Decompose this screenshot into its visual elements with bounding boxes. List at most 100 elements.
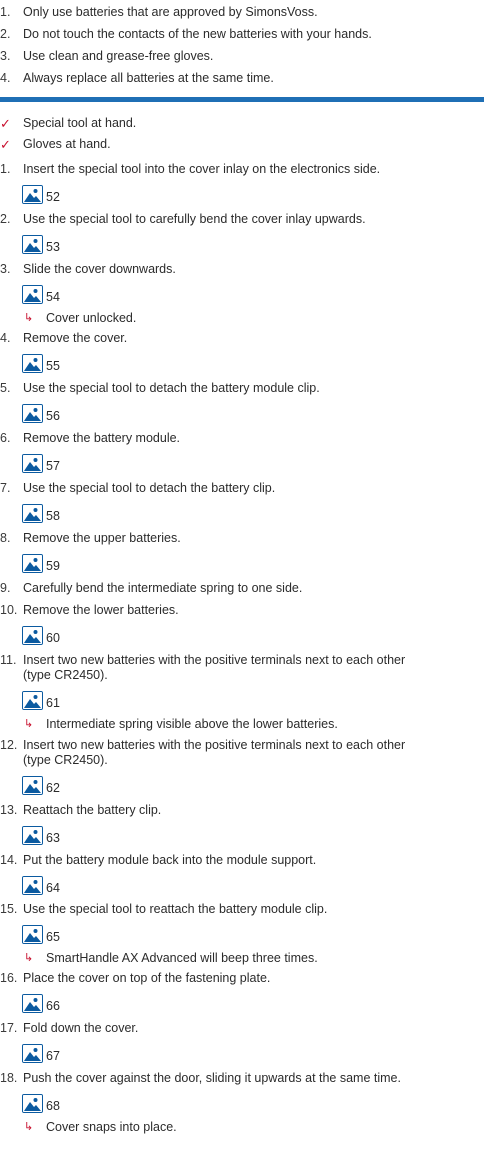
step-text: Insert two new batteries with the positi… [23, 653, 406, 667]
result-text: Cover snaps into place. [46, 1120, 177, 1134]
step-text: Place the cover on top of the fastening … [23, 971, 271, 985]
image-placeholder-icon [22, 924, 43, 944]
step-number: 14. [0, 853, 18, 867]
figure-number: 54 [46, 290, 60, 304]
step-number: 7. [0, 481, 11, 495]
step-number: 10. [0, 603, 18, 617]
figure-reference[interactable]: 54 [22, 283, 60, 305]
figure-reference[interactable]: 67 [22, 1042, 60, 1064]
prerequisite-text: Special tool at hand. [23, 116, 137, 130]
figure-number: 66 [46, 999, 60, 1013]
notice-text: Always replace all batteries at the same… [23, 71, 274, 85]
figure-reference[interactable]: 62 [22, 774, 60, 796]
step-number: 8. [0, 531, 11, 545]
step-text: Remove the lower batteries. [23, 603, 179, 617]
figure-reference[interactable]: 65 [22, 923, 60, 945]
figure-reference[interactable]: 68 [22, 1092, 60, 1114]
figure-number: 67 [46, 1049, 60, 1063]
image-placeholder-icon [22, 690, 43, 710]
notice-text: Use clean and grease-free gloves. [23, 49, 214, 63]
figure-reference[interactable]: 56 [22, 402, 60, 424]
notice-text: Only use batteries that are approved by … [23, 5, 318, 19]
figure-reference[interactable]: 52 [22, 183, 60, 205]
result-arrow-icon: ↳ [24, 952, 34, 964]
figure-number: 68 [46, 1099, 60, 1113]
figure-number: 64 [46, 881, 60, 895]
image-placeholder-icon [22, 625, 43, 645]
figure-number: 52 [46, 190, 60, 204]
result-arrow-icon: ↳ [24, 1121, 34, 1133]
step-text: Put the battery module back into the mod… [23, 853, 317, 867]
result-text: Intermediate spring visible above the lo… [46, 717, 338, 731]
step-number: 1. [0, 162, 11, 176]
image-placeholder-icon [22, 993, 43, 1013]
figure-reference[interactable]: 60 [22, 624, 60, 646]
figure-number: 63 [46, 831, 60, 845]
step-text: Use the special tool to detach the batte… [23, 481, 276, 495]
result-text: SmartHandle AX Advanced will beep three … [46, 951, 318, 965]
figure-reference[interactable]: 55 [22, 352, 60, 374]
step-number: 17. [0, 1021, 18, 1035]
step-text: Remove the cover. [23, 331, 128, 345]
step-number: 12. [0, 738, 18, 752]
notice-number: 2. [0, 27, 11, 41]
notice-number: 4. [0, 71, 11, 85]
figure-number: 65 [46, 930, 60, 944]
step-text: Insert the special tool into the cover i… [23, 162, 381, 176]
step-number: 15. [0, 902, 18, 916]
check-icon: ✓ [0, 116, 11, 131]
figure-number: 55 [46, 359, 60, 373]
step-number: 18. [0, 1071, 18, 1085]
figure-number: 60 [46, 631, 60, 645]
step-text: Reattach the battery clip. [23, 803, 162, 817]
step-text: Use the special tool to detach the batte… [23, 381, 320, 395]
step-text: (type CR2450). [23, 668, 108, 682]
image-placeholder-icon [22, 1093, 43, 1113]
step-text: Carefully bend the intermediate spring t… [23, 581, 303, 595]
figure-reference[interactable]: 59 [22, 552, 60, 574]
image-placeholder-icon [22, 1043, 43, 1063]
image-placeholder-icon [22, 453, 43, 473]
image-placeholder-icon [22, 284, 43, 304]
figure-number: 53 [46, 240, 60, 254]
figure-reference[interactable]: 61 [22, 689, 60, 711]
figure-number: 59 [46, 559, 60, 573]
figure-number: 56 [46, 409, 60, 423]
figure-reference[interactable]: 53 [22, 233, 60, 255]
figure-number: 58 [46, 509, 60, 523]
step-number: 9. [0, 581, 11, 595]
figure-reference[interactable]: 64 [22, 874, 60, 896]
step-text: Slide the cover downwards. [23, 262, 176, 276]
notice-number: 3. [0, 49, 11, 63]
image-placeholder-icon [22, 875, 43, 895]
figure-reference[interactable]: 63 [22, 824, 60, 846]
notice-number: 1. [0, 5, 11, 19]
step-text: Fold down the cover. [23, 1021, 139, 1035]
notice-text: Do not touch the contacts of the new bat… [23, 27, 372, 41]
step-number: 5. [0, 381, 11, 395]
result-text: Cover unlocked. [46, 311, 137, 325]
step-text: Insert two new batteries with the positi… [23, 738, 406, 752]
figure-reference[interactable]: 58 [22, 502, 60, 524]
image-placeholder-icon [22, 184, 43, 204]
step-number: 11. [0, 653, 17, 667]
step-text: (type CR2450). [23, 753, 108, 767]
section-divider [0, 97, 484, 102]
image-placeholder-icon [22, 353, 43, 373]
step-text: Use the special tool to reattach the bat… [23, 902, 328, 916]
result-arrow-icon: ↳ [24, 718, 34, 730]
step-number: 16. [0, 971, 18, 985]
image-placeholder-icon [22, 775, 43, 795]
step-text: Remove the battery module. [23, 431, 181, 445]
figure-number: 62 [46, 781, 60, 795]
result-arrow-icon: ↳ [24, 312, 34, 324]
image-placeholder-icon [22, 825, 43, 845]
image-placeholder-icon [22, 234, 43, 254]
figure-reference[interactable]: 66 [22, 992, 60, 1014]
image-placeholder-icon [22, 503, 43, 523]
step-number: 4. [0, 331, 11, 345]
figure-reference[interactable]: 57 [22, 452, 60, 474]
check-icon: ✓ [0, 137, 11, 152]
step-number: 6. [0, 431, 11, 445]
image-placeholder-icon [22, 403, 43, 423]
